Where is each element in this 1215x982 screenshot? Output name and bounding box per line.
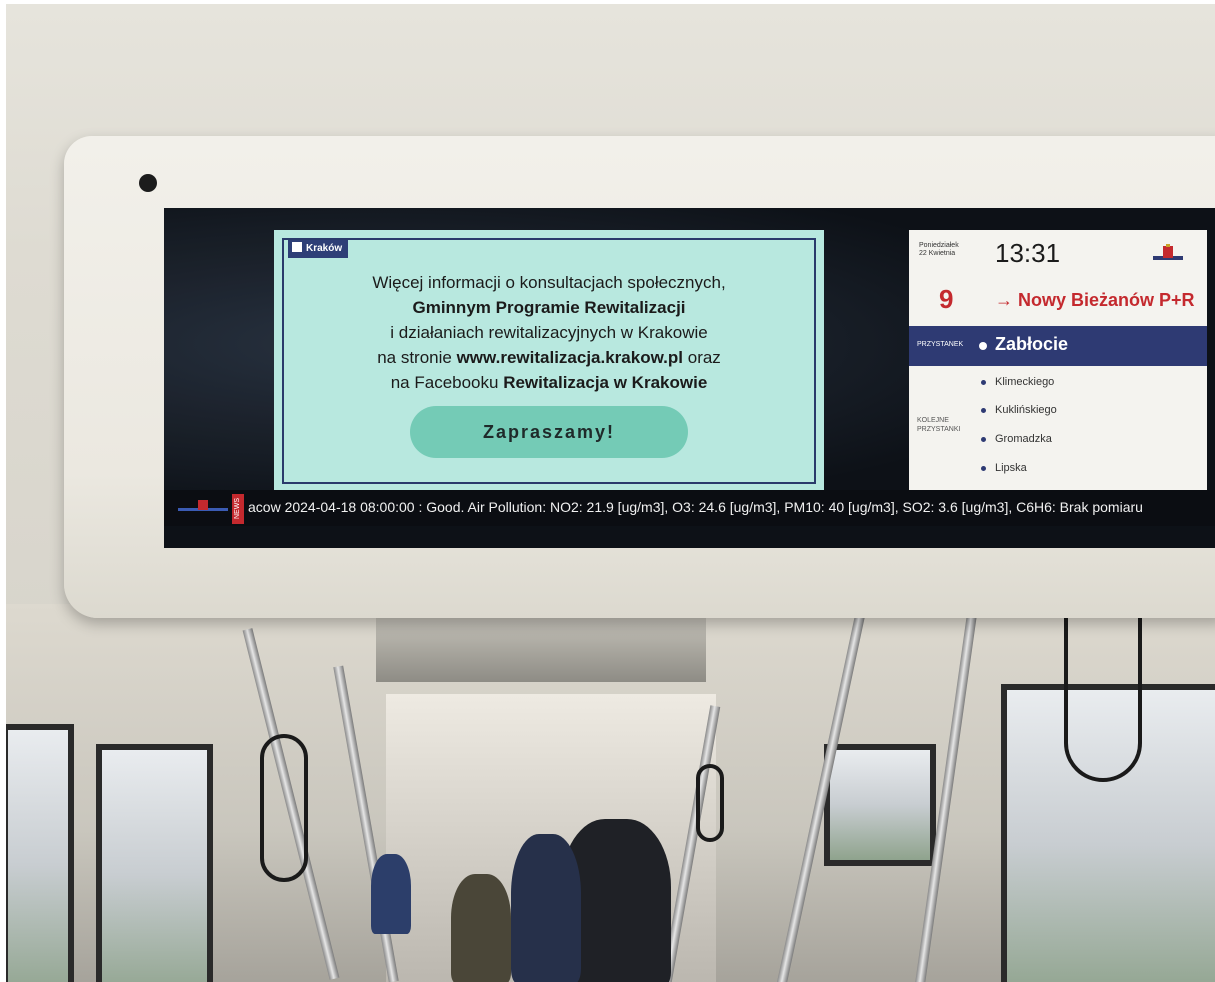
passenger-3 xyxy=(451,874,511,982)
ad-line-2: Gminnym Programie Rewitalizacji xyxy=(412,298,686,317)
hand-strap-2 xyxy=(1064,604,1142,782)
next-stop-item: Klimeckiego xyxy=(981,376,1054,388)
news-ticker: NEWS acow 2024-04-18 08:00:00 : Good. Ai… xyxy=(164,490,1215,526)
destination: → Nowy Bieżanów P+R xyxy=(995,290,1195,310)
tram-interior-photo: Kraków Więcej informacji o konsultacjach… xyxy=(6,4,1215,982)
window-right-1 xyxy=(824,744,936,866)
clock: 13:31 xyxy=(995,238,1061,268)
next-stop-item: Gromadzka xyxy=(981,433,1052,445)
next-stop-item: Lipska xyxy=(981,462,1027,474)
ticker-text: acow 2024-04-18 08:00:00 : Good. Air Pol… xyxy=(248,499,1143,515)
hand-strap-1 xyxy=(260,734,308,882)
ad-panel: Kraków Więcej informacji o konsultacjach… xyxy=(274,230,824,492)
line-row: 9 → Nowy Bieżanów P+R xyxy=(909,280,1207,320)
ceiling-panel xyxy=(376,612,706,682)
window-left-2 xyxy=(96,744,213,982)
next-stop-item: Kuklińskiego xyxy=(981,404,1057,416)
mpk-logo-icon xyxy=(178,500,228,511)
date-label: Poniedziałek 22 Kwietnia xyxy=(919,242,959,257)
ad-line-3: i działaniach rewitalizacyjnych w Krakow… xyxy=(390,323,708,342)
current-stop-label: PRZYSTANEK xyxy=(917,341,964,348)
sensor-dot xyxy=(139,174,157,192)
ad-line-5: na Facebooku Rewitalizacja w Krakowie xyxy=(390,373,708,392)
line-number: 9 xyxy=(939,284,954,314)
current-stop-bar: PRZYSTANEK Zabłocie xyxy=(909,326,1207,366)
ad-button: Zapraszamy! xyxy=(410,406,688,458)
window-left-1 xyxy=(6,724,74,982)
passenger-info-screen: Kraków Więcej informacji o konsultacjach… xyxy=(164,208,1215,548)
route-info-panel: Poniedziałek 22 Kwietnia 13:31 9 → Nowy … xyxy=(909,230,1207,492)
ad-tag: Kraków xyxy=(288,240,349,258)
mpk-emblem-icon xyxy=(1153,244,1183,260)
hand-strap-3 xyxy=(696,764,724,842)
ad-tag-label: Kraków xyxy=(306,243,343,254)
current-stop-dot-icon xyxy=(979,342,987,350)
passenger-4 xyxy=(371,854,411,934)
passenger-2 xyxy=(511,834,581,982)
news-badge: NEWS xyxy=(232,494,244,524)
current-stop-name: Zabłocie xyxy=(995,334,1069,354)
next-stops-label: KOLEJNE PRZYSTANKI xyxy=(917,417,961,433)
ad-text: Więcej informacji o konsultacjach społec… xyxy=(274,270,824,395)
ad-line-1: Więcej informacji o konsultacjach społec… xyxy=(372,273,726,292)
krakow-logo-icon xyxy=(292,242,302,252)
ad-line-4: na stronie www.rewitalizacja.krakow.pl o… xyxy=(377,348,721,367)
